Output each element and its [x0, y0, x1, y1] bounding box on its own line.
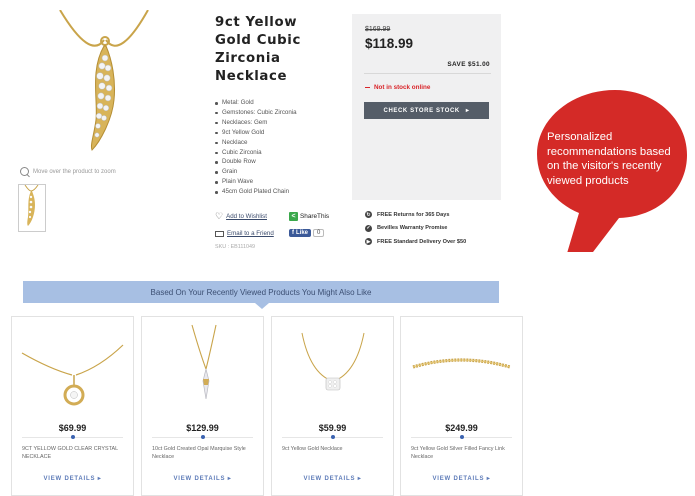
product-card[interactable]: $59.99 9ct Yellow Gold Necklace VIEW DET…: [271, 316, 394, 496]
divider: [364, 73, 491, 74]
product-title: 9ct Yellow Gold Cubic Zirconia Necklace: [215, 15, 301, 84]
feature-item: Necklace: [215, 138, 297, 148]
view-details-label: VIEW DETAILS: [303, 476, 356, 482]
like-label: Like: [296, 230, 309, 236]
sharethis-button[interactable]: < ShareThis: [289, 212, 329, 221]
truck-icon: ▶: [365, 238, 372, 246]
view-details-link[interactable]: VIEW DETAILS ▸: [142, 475, 263, 482]
search-icon: [20, 167, 29, 176]
save-amount: SAVE $51.00: [447, 61, 490, 68]
annotation-callout-text: Personalized recommendations based on th…: [547, 131, 671, 187]
feature-item: 9ct Yellow Gold: [215, 128, 297, 138]
view-details-label: VIEW DETAILS: [173, 476, 226, 482]
facebook-like[interactable]: f Like 0: [289, 229, 325, 237]
view-details-label: VIEW DETAILS: [432, 476, 485, 482]
chevron-right-icon: ▸: [486, 476, 491, 482]
zoom-hint: Move over the product to zoom: [20, 167, 116, 176]
recommendations-heading-text: Based On Your Recently Viewed Products Y…: [150, 287, 372, 297]
product-main-image[interactable]: [20, 9, 188, 160]
dot-icon: [71, 435, 75, 439]
feature-item: Grain: [215, 167, 297, 177]
feature-item: Metal: Gold: [215, 98, 297, 108]
feature-item: Double Row: [215, 157, 297, 167]
promise-label: FREE Standard Delivery Over $50: [377, 238, 467, 245]
product-card-name[interactable]: 9ct Yellow Gold Necklace: [282, 445, 387, 453]
feature-item: Necklaces: Gem: [215, 118, 297, 128]
stock-status-text: Not in stock online: [374, 84, 431, 91]
heart-icon: ♡: [215, 211, 224, 221]
email-friend-label: Email to a Friend: [227, 230, 274, 237]
feature-item: Gemstones: Cubic Zirconia: [215, 108, 297, 118]
product-card-name[interactable]: 10ct Gold Created Opal Marquise Style Ne…: [152, 445, 257, 461]
promise-label: FREE Returns for 365 Days: [377, 211, 450, 218]
view-details-link[interactable]: VIEW DETAILS ▸: [401, 475, 522, 482]
promise-list: ↻ FREE Returns for 365 Days ✓ Bevilles War…: [365, 208, 466, 249]
price-panel: $169.99 $118.99 SAVE $51.00 Not in stock…: [352, 14, 501, 200]
product-card-image[interactable]: [150, 323, 255, 419]
email-friend-link[interactable]: Email to a Friend: [215, 230, 274, 237]
zoom-hint-text: Move over the product to zoom: [33, 168, 116, 175]
dot-icon: [201, 435, 205, 439]
product-card-name[interactable]: 9CT YELLOW GOLD CLEAR CRYSTAL NECKLACE: [22, 445, 127, 461]
promise-item: ✓ Bevilles Warranty Promise: [365, 222, 466, 236]
was-price: $169.99: [365, 26, 391, 33]
return-icon: ↻: [365, 211, 372, 219]
dash-icon: [365, 86, 370, 89]
product-card-price: $249.99: [445, 423, 478, 433]
sharethis-label: ShareThis: [300, 213, 330, 220]
feature-item: Cubic Zirconia: [215, 148, 297, 158]
promise-item: ↻ FREE Returns for 365 Days: [365, 208, 466, 222]
view-details-label: VIEW DETAILS: [43, 476, 96, 482]
promise-item: ▶ FREE Standard Delivery Over $50: [365, 235, 466, 249]
product-card-image[interactable]: [280, 323, 385, 419]
chevron-right-icon: ▸: [227, 476, 232, 482]
stock-status: Not in stock online: [365, 84, 430, 91]
feature-item: 45cm Gold Plated Chain: [215, 187, 297, 197]
product-card-image[interactable]: [409, 323, 514, 419]
shield-icon: ✓: [365, 224, 372, 232]
like-count: 0: [313, 229, 325, 237]
facebook-icon: f: [292, 230, 294, 236]
product-card[interactable]: $69.99 9CT YELLOW GOLD CLEAR CRYSTAL NEC…: [11, 316, 134, 496]
recommendations-heading: Based On Your Recently Viewed Products Y…: [23, 281, 499, 309]
chevron-right-icon: ▸: [97, 476, 102, 482]
chevron-right-icon: ▸: [465, 108, 470, 114]
feature-list: Metal: Gold Gemstones: Cubic Zirconia Ne…: [215, 98, 297, 197]
chevron-right-icon: ▸: [357, 476, 362, 482]
feature-item: Plain Wave: [215, 177, 297, 187]
product-card-price: $59.99: [318, 423, 347, 433]
add-to-wishlist-label: Add to Wishlist: [226, 213, 267, 220]
view-details-link[interactable]: VIEW DETAILS ▸: [12, 475, 133, 482]
check-store-stock-button[interactable]: CHECK STORE STOCK ▸: [364, 102, 489, 119]
promise-label: Bevilles Warranty Promise: [377, 225, 448, 232]
product-card-name[interactable]: 9ct Yellow Gold Silver Filled Fancy Link…: [411, 445, 516, 461]
product-card-image[interactable]: [20, 323, 125, 419]
add-to-wishlist-link[interactable]: ♡ Add to Wishlist: [215, 212, 267, 221]
dot-icon: [331, 435, 335, 439]
sku-label: SKU : EB111049: [215, 244, 255, 250]
product-card-price: $129.99: [186, 423, 219, 433]
current-price: $118.99: [365, 36, 414, 51]
product-card[interactable]: $129.99 10ct Gold Created Opal Marquise …: [141, 316, 264, 496]
product-card[interactable]: $249.99 9ct Yellow Gold Silver Filled Fa…: [400, 316, 523, 496]
facebook-like-button[interactable]: f Like: [289, 229, 312, 237]
dot-icon: [460, 435, 464, 439]
product-card-price: $69.99: [58, 423, 87, 433]
share-icon: <: [289, 212, 298, 221]
product-thumbnail[interactable]: [18, 184, 46, 232]
view-details-link[interactable]: VIEW DETAILS ▸: [272, 475, 393, 482]
check-store-stock-label: CHECK STORE STOCK: [383, 107, 460, 114]
envelope-icon: [215, 230, 224, 237]
